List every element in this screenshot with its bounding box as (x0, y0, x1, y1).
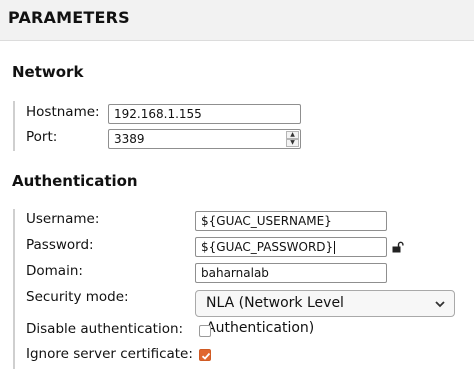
hostname-field[interactable]: 192.168.1.155 (108, 104, 301, 124)
password-label: Password: (26, 237, 94, 253)
parameters-header: PARAMETERS (0, 0, 474, 41)
port-spinner[interactable]: ▲ ▼ (286, 131, 299, 147)
network-group-bar (13, 101, 15, 151)
port-label: Port: (26, 129, 58, 145)
ignore-certificate-checkbox[interactable] (199, 349, 211, 361)
up-arrow-icon[interactable]: ▲ (286, 131, 299, 139)
security-mode-label: Security mode: (26, 289, 129, 305)
ignore-certificate-label: Ignore server certificate: (26, 346, 193, 362)
username-label: Username: (26, 211, 100, 227)
down-arrow-icon[interactable]: ▼ (286, 139, 299, 147)
domain-label: Domain: (26, 263, 83, 279)
unlock-icon[interactable] (392, 241, 404, 253)
security-mode-value: NLA (Network Level Authentication) (206, 295, 344, 336)
hostname-label: Hostname: (26, 104, 100, 120)
port-field[interactable]: 3389 ▲ ▼ (108, 129, 301, 149)
authentication-section-title: Authentication (12, 172, 138, 190)
authentication-group-bar (13, 209, 15, 369)
network-section-title: Network (12, 63, 84, 81)
disable-authentication-checkbox[interactable] (199, 325, 211, 337)
password-field[interactable]: ${GUAC_PASSWORD} (195, 237, 387, 257)
page-title: PARAMETERS (8, 8, 130, 27)
security-mode-select[interactable]: NLA (Network Level Authentication) (195, 290, 455, 336)
password-value: ${GUAC_PASSWORD} (201, 240, 334, 254)
domain-field[interactable]: baharnalab (195, 263, 387, 283)
checkmark-icon (201, 352, 211, 360)
chevron-down-icon (435, 301, 445, 308)
disable-authentication-label: Disable authentication: (26, 321, 184, 337)
port-value: 3389 (114, 132, 145, 146)
username-field[interactable]: ${GUAC_USERNAME} (195, 211, 387, 231)
text-cursor (334, 241, 336, 254)
